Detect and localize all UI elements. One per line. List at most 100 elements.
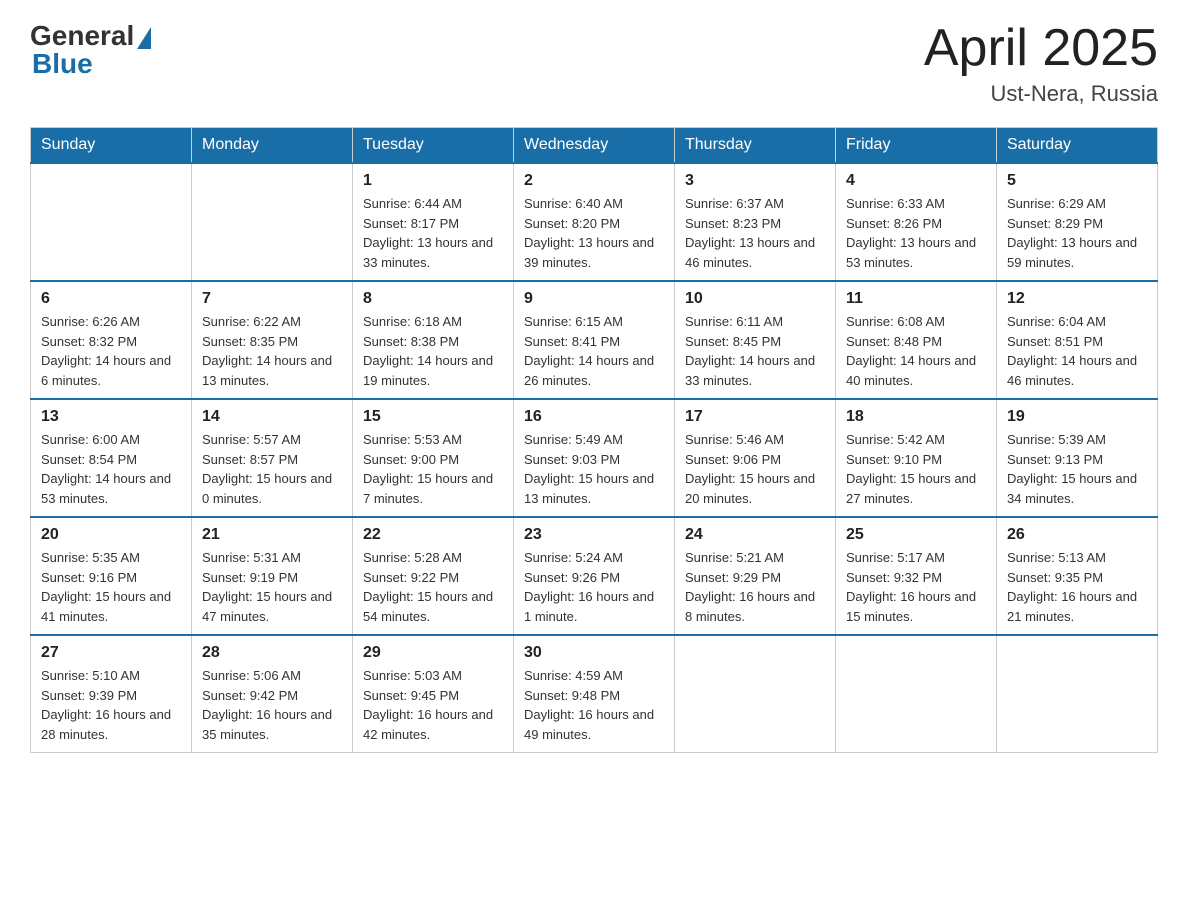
- day-info: Sunrise: 5:28 AM Sunset: 9:22 PM Dayligh…: [363, 548, 503, 626]
- day-number: 16: [524, 408, 664, 426]
- day-info: Sunrise: 6:15 AM Sunset: 8:41 PM Dayligh…: [524, 312, 664, 390]
- day-info: Sunrise: 5:06 AM Sunset: 9:42 PM Dayligh…: [202, 666, 342, 744]
- calendar-cell: 10 Sunrise: 6:11 AM Sunset: 8:45 PM Dayli…: [675, 281, 836, 399]
- day-number: 12: [1007, 290, 1147, 308]
- calendar-cell: 14 Sunrise: 5:57 AM Sunset: 8:57 PM Dayli…: [192, 399, 353, 517]
- day-info: Sunrise: 6:11 AM Sunset: 8:45 PM Dayligh…: [685, 312, 825, 390]
- day-info: Sunrise: 5:42 AM Sunset: 9:10 PM Dayligh…: [846, 430, 986, 508]
- day-info: Sunrise: 6:44 AM Sunset: 8:17 PM Dayligh…: [363, 194, 503, 272]
- calendar-cell: 13 Sunrise: 6:00 AM Sunset: 8:54 PM Dayli…: [31, 399, 192, 517]
- day-info: Sunrise: 6:22 AM Sunset: 8:35 PM Dayligh…: [202, 312, 342, 390]
- day-number: 27: [41, 644, 181, 662]
- day-number: 11: [846, 290, 986, 308]
- col-header-sunday: Sunday: [31, 128, 192, 164]
- logo: General Blue: [30, 20, 151, 80]
- day-info: Sunrise: 6:04 AM Sunset: 8:51 PM Dayligh…: [1007, 312, 1147, 390]
- day-number: 8: [363, 290, 503, 308]
- calendar-cell: 16 Sunrise: 5:49 AM Sunset: 9:03 PM Dayli…: [514, 399, 675, 517]
- calendar-cell: 26Sunrise: 5:13 AM Sunset: 9:35 PM Dayli…: [997, 517, 1158, 635]
- day-number: 22: [363, 526, 503, 544]
- calendar-cell: 20 Sunrise: 5:35 AM Sunset: 9:16 PM Dayli…: [31, 517, 192, 635]
- day-number: 7: [202, 290, 342, 308]
- col-header-wednesday: Wednesday: [514, 128, 675, 164]
- calendar-cell: 29Sunrise: 5:03 AM Sunset: 9:45 PM Dayli…: [353, 635, 514, 753]
- title-section: April 2025 Ust-Nera, Russia: [924, 20, 1158, 107]
- page-header: General Blue April 2025 Ust-Nera, Russia: [30, 20, 1158, 107]
- week-row-5: 27 Sunrise: 5:10 AM Sunset: 9:39 PM Dayli…: [31, 635, 1158, 753]
- calendar-cell: 11 Sunrise: 6:08 AM Sunset: 8:48 PM Dayli…: [836, 281, 997, 399]
- day-info: Sunrise: 5:24 AM Sunset: 9:26 PM Dayligh…: [524, 548, 664, 626]
- calendar-cell: [192, 163, 353, 281]
- calendar-cell: [836, 635, 997, 753]
- calendar-cell: 12 Sunrise: 6:04 AM Sunset: 8:51 PM Dayli…: [997, 281, 1158, 399]
- col-header-saturday: Saturday: [997, 128, 1158, 164]
- day-info: Sunrise: 5:10 AM Sunset: 9:39 PM Dayligh…: [41, 666, 181, 744]
- calendar-cell: 4 Sunrise: 6:33 AM Sunset: 8:26 PM Daylig…: [836, 163, 997, 281]
- calendar-cell: 9Sunrise: 6:15 AM Sunset: 8:41 PM Daylig…: [514, 281, 675, 399]
- day-info: Sunrise: 5:21 AM Sunset: 9:29 PM Dayligh…: [685, 548, 825, 626]
- day-number: 21: [202, 526, 342, 544]
- day-info: Sunrise: 5:46 AM Sunset: 9:06 PM Dayligh…: [685, 430, 825, 508]
- day-info: Sunrise: 6:29 AM Sunset: 8:29 PM Dayligh…: [1007, 194, 1147, 272]
- day-info: Sunrise: 5:49 AM Sunset: 9:03 PM Dayligh…: [524, 430, 664, 508]
- day-number: 5: [1007, 172, 1147, 190]
- calendar-cell: 7 Sunrise: 6:22 AM Sunset: 8:35 PM Daylig…: [192, 281, 353, 399]
- calendar-cell: [31, 163, 192, 281]
- day-info: Sunrise: 6:40 AM Sunset: 8:20 PM Dayligh…: [524, 194, 664, 272]
- week-row-2: 6 Sunrise: 6:26 AM Sunset: 8:32 PM Daylig…: [31, 281, 1158, 399]
- calendar-cell: 21 Sunrise: 5:31 AM Sunset: 9:19 PM Dayli…: [192, 517, 353, 635]
- day-info: Sunrise: 5:17 AM Sunset: 9:32 PM Dayligh…: [846, 548, 986, 626]
- col-header-monday: Monday: [192, 128, 353, 164]
- day-number: 23: [524, 526, 664, 544]
- calendar-cell: 22 Sunrise: 5:28 AM Sunset: 9:22 PM Dayli…: [353, 517, 514, 635]
- calendar-cell: 23 Sunrise: 5:24 AM Sunset: 9:26 PM Dayli…: [514, 517, 675, 635]
- day-number: 24: [685, 526, 825, 544]
- week-row-4: 20 Sunrise: 5:35 AM Sunset: 9:16 PM Dayli…: [31, 517, 1158, 635]
- day-number: 1: [363, 172, 503, 190]
- calendar-cell: [997, 635, 1158, 753]
- day-number: 14: [202, 408, 342, 426]
- day-number: 2: [524, 172, 664, 190]
- calendar-cell: 1 Sunrise: 6:44 AM Sunset: 8:17 PM Daylig…: [353, 163, 514, 281]
- day-number: 10: [685, 290, 825, 308]
- day-info: Sunrise: 6:08 AM Sunset: 8:48 PM Dayligh…: [846, 312, 986, 390]
- day-number: 13: [41, 408, 181, 426]
- day-info: Sunrise: 6:26 AM Sunset: 8:32 PM Dayligh…: [41, 312, 181, 390]
- calendar-cell: 17 Sunrise: 5:46 AM Sunset: 9:06 PM Dayli…: [675, 399, 836, 517]
- day-number: 6: [41, 290, 181, 308]
- day-number: 30: [524, 644, 664, 662]
- day-number: 17: [685, 408, 825, 426]
- day-info: Sunrise: 5:31 AM Sunset: 9:19 PM Dayligh…: [202, 548, 342, 626]
- day-info: Sunrise: 6:33 AM Sunset: 8:26 PM Dayligh…: [846, 194, 986, 272]
- day-number: 4: [846, 172, 986, 190]
- calendar-cell: 3Sunrise: 6:37 AM Sunset: 8:23 PM Daylig…: [675, 163, 836, 281]
- week-row-1: 1 Sunrise: 6:44 AM Sunset: 8:17 PM Daylig…: [31, 163, 1158, 281]
- calendar-cell: 27 Sunrise: 5:10 AM Sunset: 9:39 PM Dayli…: [31, 635, 192, 753]
- day-info: Sunrise: 5:53 AM Sunset: 9:00 PM Dayligh…: [363, 430, 503, 508]
- calendar-cell: 2 Sunrise: 6:40 AM Sunset: 8:20 PM Daylig…: [514, 163, 675, 281]
- day-info: Sunrise: 6:00 AM Sunset: 8:54 PM Dayligh…: [41, 430, 181, 508]
- day-number: 20: [41, 526, 181, 544]
- logo-triangle-icon: [137, 27, 151, 49]
- day-info: Sunrise: 6:18 AM Sunset: 8:38 PM Dayligh…: [363, 312, 503, 390]
- day-number: 29: [363, 644, 503, 662]
- day-number: 19: [1007, 408, 1147, 426]
- day-info: Sunrise: 6:37 AM Sunset: 8:23 PM Dayligh…: [685, 194, 825, 272]
- day-number: 26: [1007, 526, 1147, 544]
- day-number: 15: [363, 408, 503, 426]
- col-header-friday: Friday: [836, 128, 997, 164]
- location-label: Ust-Nera, Russia: [924, 81, 1158, 107]
- col-header-tuesday: Tuesday: [353, 128, 514, 164]
- calendar-cell: 18Sunrise: 5:42 AM Sunset: 9:10 PM Dayli…: [836, 399, 997, 517]
- calendar-cell: 6 Sunrise: 6:26 AM Sunset: 8:32 PM Daylig…: [31, 281, 192, 399]
- logo-blue-text: Blue: [32, 48, 93, 80]
- day-info: Sunrise: 5:57 AM Sunset: 8:57 PM Dayligh…: [202, 430, 342, 508]
- calendar-cell: [675, 635, 836, 753]
- day-number: 28: [202, 644, 342, 662]
- day-info: Sunrise: 5:35 AM Sunset: 9:16 PM Dayligh…: [41, 548, 181, 626]
- calendar-header-row: SundayMondayTuesdayWednesdayThursdayFrid…: [31, 128, 1158, 164]
- calendar-cell: 19Sunrise: 5:39 AM Sunset: 9:13 PM Dayli…: [997, 399, 1158, 517]
- calendar-cell: 30 Sunrise: 4:59 AM Sunset: 9:48 PM Dayli…: [514, 635, 675, 753]
- calendar-cell: 24 Sunrise: 5:21 AM Sunset: 9:29 PM Dayli…: [675, 517, 836, 635]
- day-info: Sunrise: 4:59 AM Sunset: 9:48 PM Dayligh…: [524, 666, 664, 744]
